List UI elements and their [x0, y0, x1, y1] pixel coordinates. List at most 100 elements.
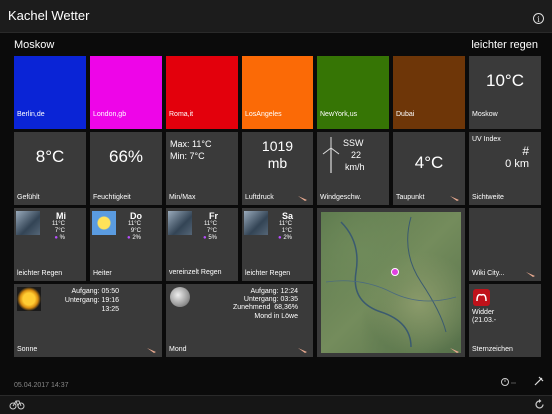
pressure-label: Luftdruck: [245, 194, 274, 201]
uv-index-title: UV Index: [472, 136, 501, 143]
sunset: Untergang: 19:16: [64, 297, 119, 304]
feels-like-label: Gefühlt: [17, 194, 40, 201]
wind-unit: km/h: [345, 162, 365, 172]
visibility-label: Sichtweite: [472, 194, 504, 201]
sun-tile[interactable]: Aufgang: 05:50 Untergang: 19:16 13:25 So…: [14, 284, 162, 357]
swipe-hand-icon: [298, 348, 307, 353]
moon-icon: [170, 287, 190, 307]
uv-visibility-tile[interactable]: UV Index # 0 km Sichtweite: [469, 132, 541, 205]
satellite-map[interactable]: [321, 212, 461, 353]
swipe-hand-icon: [298, 196, 307, 201]
city-tile-label: London,gb: [93, 111, 127, 118]
city-tile-losangeles[interactable]: LosAngeles: [242, 56, 313, 129]
current-temp-label: Moskow: [472, 111, 498, 118]
forecast-tile-sa[interactable]: Sa 11°C 1°C ● 2% leichter Regen: [242, 208, 313, 281]
forecast-day: Mi: [56, 211, 66, 221]
forecast-condition: leichter Regen: [245, 270, 291, 277]
visibility-value: 0 km: [505, 158, 529, 170]
wind-direction: SSW: [343, 138, 364, 148]
forecast-rain: ● %: [54, 235, 65, 241]
forecast-condition: leichter Regen: [17, 270, 63, 277]
refresh-icon[interactable]: [534, 399, 545, 410]
swipe-hand-icon: [450, 196, 459, 201]
city-tile-london[interactable]: London,gb: [90, 56, 162, 129]
city-tile-label: Roma,it: [169, 111, 194, 118]
zodiac-label: Sternzeichen: [472, 346, 513, 353]
city-tile-newyork[interactable]: NewYork,us: [317, 56, 389, 129]
forecast-condition: Heiter: [93, 270, 112, 277]
last-updated: 05.04.2017 14:37: [14, 382, 69, 389]
location-pin-icon[interactable]: [391, 268, 399, 276]
bike-icon[interactable]: [9, 399, 25, 410]
sunrise: Aufgang: 05:50: [71, 288, 120, 295]
forecast-condition: vereinzelt Regen: [169, 269, 222, 276]
sun-label: Sonne: [17, 346, 38, 353]
city-tile-label: Berlin,de: [17, 111, 45, 118]
current-temp: 10°C: [486, 71, 524, 90]
minmax-tile[interactable]: Max: 11°C Min: 7°C Min/Max: [166, 132, 238, 205]
pressure-unit: mb: [267, 155, 288, 171]
wind-turbine-icon: [322, 137, 340, 173]
city-tile-roma[interactable]: Roma,it: [166, 56, 238, 129]
city-tile-dubai[interactable]: Dubai: [393, 56, 465, 129]
current-temp-tile[interactable]: 10°C Moskow: [469, 56, 541, 129]
swipe-hand-icon: [526, 272, 535, 277]
zodiac-tile[interactable]: Widder (21.03.- Sternzeichen: [469, 284, 541, 357]
wiki-city-label: Wiki City...: [472, 270, 505, 277]
map-tile[interactable]: [317, 208, 465, 357]
dewpoint-tile[interactable]: 4°C Taupunkt: [393, 132, 465, 205]
forecast-rain: ● 2%: [127, 235, 141, 241]
wind-speed: 22: [351, 150, 362, 160]
dewpoint-value: 4°C: [414, 153, 444, 172]
bottom-toolbar: [0, 395, 552, 414]
current-condition: leichter regen: [471, 39, 538, 51]
forecast-day: Do: [130, 211, 142, 221]
moon-tile[interactable]: Aufgang: 12:24 Untergang: 03:35 Zunehmen…: [166, 284, 313, 357]
dewpoint-label: Taupunkt: [396, 194, 425, 201]
rain-icon: [244, 211, 268, 235]
city-tile-label: LosAngeles: [245, 111, 282, 118]
forecast-tile-mi[interactable]: Mi 11°C 7°C ● % leichter Regen: [14, 208, 86, 281]
moon-sign: Mond in Löwe: [254, 313, 298, 320]
feels-like-tile[interactable]: 8°C Gefühlt: [14, 132, 86, 205]
moon-label: Mond: [169, 346, 187, 353]
rain-icon: [168, 211, 192, 235]
city-tile-label: NewYork,us: [320, 111, 358, 118]
wind-tile[interactable]: SSW 22 km/h Windgeschw.: [317, 132, 389, 205]
info-icon[interactable]: i: [533, 13, 544, 24]
max-temp: Max: 11°C: [170, 139, 212, 149]
humidity-value: 66%: [108, 147, 144, 166]
timer-icon[interactable]: [500, 377, 520, 387]
sun-icon: [92, 211, 116, 235]
forecast-day: Fr: [209, 211, 218, 221]
humidity-label: Feuchtigkeit: [93, 194, 131, 201]
swipe-hand-icon: [147, 348, 156, 353]
min-temp: Min: 7°C: [170, 151, 205, 161]
minmax-label: Min/Max: [169, 194, 196, 201]
moonrise: Aufgang: 12:24: [250, 288, 299, 295]
sun-icon: [17, 287, 41, 311]
city-tile-berlin[interactable]: Berlin,de: [14, 56, 86, 129]
humidity-tile[interactable]: 66% Feuchtigkeit: [90, 132, 162, 205]
feels-like-value: 8°C: [35, 147, 65, 166]
map-rivers: [325, 216, 457, 348]
forecast-rain: ● 5%: [203, 235, 217, 241]
forecast-tile-do[interactable]: Do 11°C 9°C ● 2% Heiter: [90, 208, 162, 281]
forecast-day: Sa: [281, 211, 293, 221]
pressure-tile[interactable]: 1019 mb Luftdruck: [242, 132, 313, 205]
wind-label: Windgeschw.: [320, 194, 362, 201]
day-length: 13:25: [101, 306, 119, 313]
rain-icon: [16, 211, 40, 235]
pressure-value: 1019: [261, 138, 294, 154]
aries-icon: [473, 289, 490, 306]
app-title: Kachel Wetter: [8, 8, 90, 23]
wiki-city-tile[interactable]: Wiki City...: [469, 208, 541, 281]
forecast-tile-fr[interactable]: Fr 11°C 7°C ● 5% vereinzelt Regen: [166, 208, 238, 281]
swipe-hand-icon: [450, 348, 459, 353]
uv-index-value: #: [522, 144, 529, 158]
current-city: Moskow: [14, 39, 55, 51]
zodiac-name: Widder: [472, 309, 495, 316]
city-tile-label: Dubai: [396, 111, 415, 118]
pin-icon[interactable]: [533, 375, 545, 387]
moon-phase: Zunehmend 68,36%: [233, 304, 298, 311]
